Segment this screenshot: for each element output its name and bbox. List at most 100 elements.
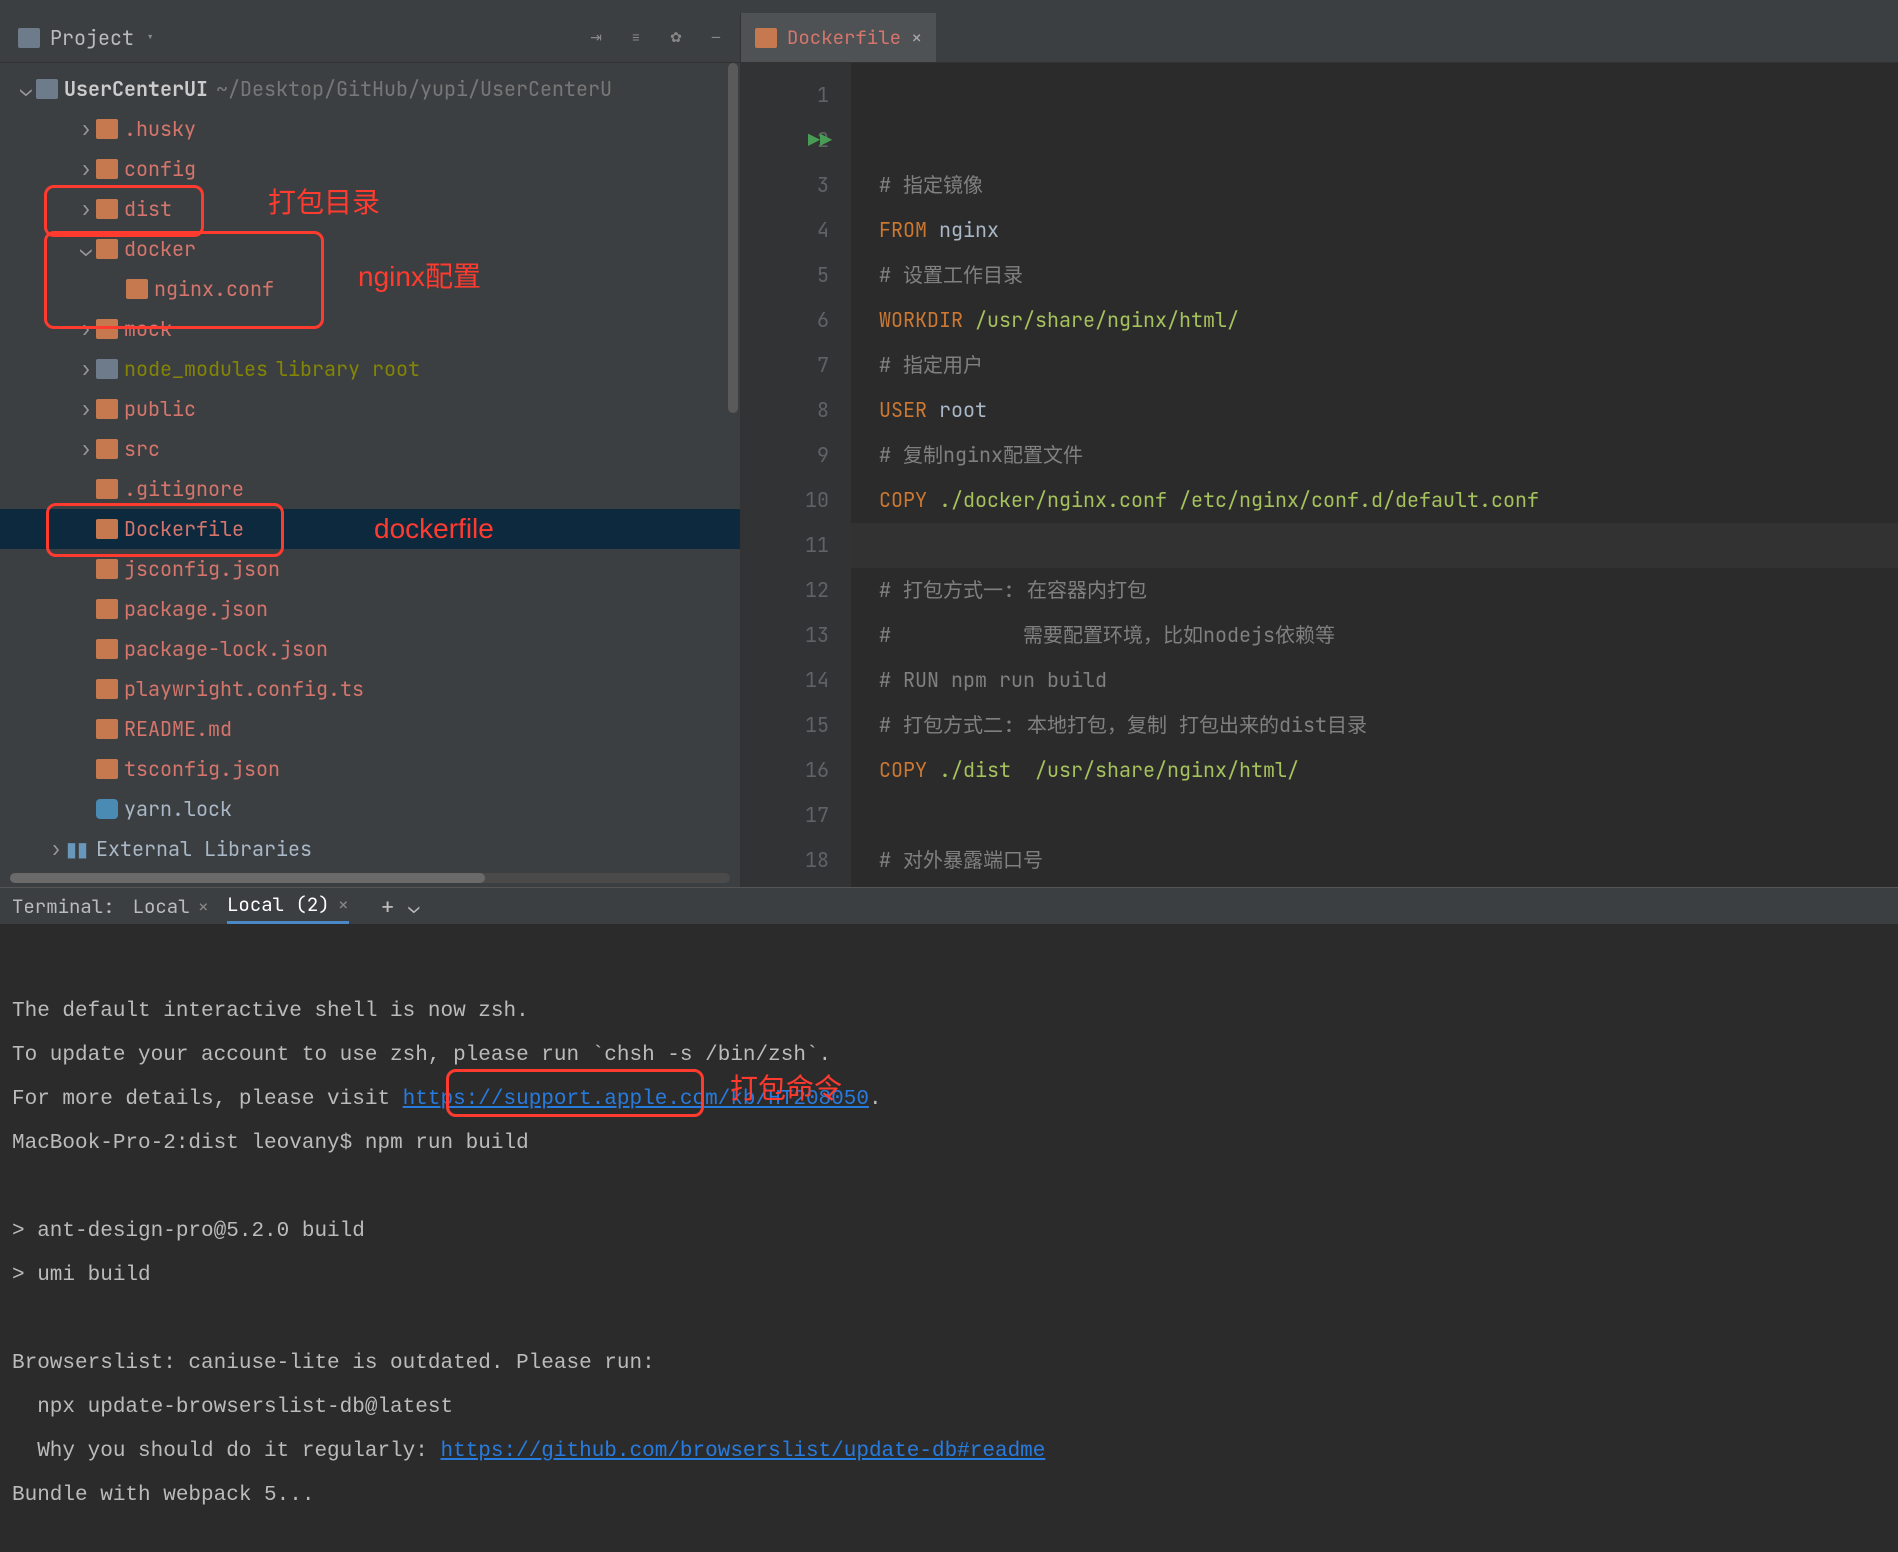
code-line[interactable]: # 打包方式二: 本地打包，复制 打包出来的dist目录 (879, 703, 1898, 748)
tree-hscrollbar[interactable] (0, 869, 740, 887)
tree-row[interactable]: ›.husky (0, 109, 740, 149)
code-line[interactable]: FROM nginx (879, 208, 1898, 253)
terminal-link-github[interactable]: https://github.com/browserslist/update-d… (440, 1440, 1045, 1463)
settings-gear-icon[interactable]: ✿ (660, 22, 692, 54)
tree-row[interactable]: package.json (0, 589, 740, 629)
line-number[interactable]: 16 (741, 748, 829, 793)
project-header[interactable]: Project ▾ ⇥ ≡ ✿ — (0, 13, 740, 63)
expand-arrow-icon[interactable]: › (76, 156, 96, 182)
terminal-link-apple[interactable]: https://support.apple.com/kb/HT208050 (403, 1088, 869, 1111)
tree-item-label: README.md (124, 716, 232, 742)
line-gutter[interactable]: 12▶▶345678910111213141516171819 (741, 63, 851, 887)
tab-dockerfile[interactable]: Dockerfile × (741, 13, 936, 62)
tree-row[interactable]: nginx.conf (0, 269, 740, 309)
line-number[interactable]: 17 (741, 793, 829, 838)
tree-row[interactable]: › mock (0, 309, 740, 349)
tree-row[interactable]: playwright.config.ts (0, 669, 740, 709)
tree-row[interactable]: .gitignore (0, 469, 740, 509)
code-line[interactable]: EXPOSE 80 (879, 883, 1898, 887)
expand-arrow-icon[interactable]: › (76, 356, 96, 382)
folder-icon (96, 439, 118, 459)
line-number[interactable]: 4 (741, 208, 829, 253)
code-line[interactable]: # 指定用户 (879, 343, 1898, 388)
code-line[interactable]: # 设置工作目录 (879, 253, 1898, 298)
code-line[interactable]: COPY ./docker/nginx.conf /etc/nginx/conf… (879, 478, 1898, 523)
line-number[interactable]: 9 (741, 433, 829, 478)
tree-row[interactable]: ›▮▮External Libraries (0, 829, 740, 869)
line-number[interactable]: 2▶▶ (741, 118, 829, 163)
line-number[interactable]: 15 (741, 703, 829, 748)
hide-icon[interactable]: — (700, 22, 732, 54)
chevron-down-icon[interactable]: ▾ (146, 29, 154, 47)
line-number[interactable]: 6 (741, 298, 829, 343)
line-number[interactable]: 10 (741, 478, 829, 523)
expand-arrow-icon[interactable]: › (76, 396, 96, 422)
tree-item-label: public (124, 396, 196, 422)
expand-arrow-icon[interactable]: › (46, 836, 66, 862)
line-number[interactable]: 8 (741, 388, 829, 433)
code-line[interactable]: COPY ./dist /usr/share/nginx/html/ (879, 748, 1898, 793)
expand-arrow-icon[interactable]: › (76, 436, 96, 462)
tree-root[interactable]: ⌄ UserCenterUI ~/Desktop/GitHub/yupi/Use… (0, 69, 740, 109)
terminal-body[interactable]: The default interactive shell is now zsh… (0, 924, 1898, 1552)
line-number[interactable]: 7 (741, 343, 829, 388)
code-line[interactable]: # 指定镜像 (879, 163, 1898, 208)
file-icon (96, 519, 118, 539)
tree-row[interactable]: › public (0, 389, 740, 429)
close-icon[interactable]: × (198, 894, 209, 919)
line-number[interactable]: 12 (741, 568, 829, 613)
tree-scrollbar[interactable] (726, 63, 740, 869)
file-icon (96, 719, 118, 739)
terminal-dropdown-icon[interactable]: ⌄ (408, 894, 419, 919)
tree-row[interactable]: package-lock.json (0, 629, 740, 669)
code-line[interactable]: # 复制nginx配置文件 (879, 433, 1898, 478)
code-editor[interactable]: 12▶▶345678910111213141516171819 # 指定镜像FR… (741, 63, 1898, 887)
tree-row[interactable]: yarn.lock (0, 789, 740, 829)
folder-icon (96, 119, 118, 139)
tree-row[interactable]: tsconfig.json (0, 749, 740, 789)
line-number[interactable]: 18 (741, 838, 829, 883)
expand-arrow-icon[interactable]: ⌄ (76, 236, 96, 262)
code-line[interactable]: # 打包方式一: 在容器内打包 (879, 568, 1898, 613)
code-line[interactable]: # RUN npm run build (879, 658, 1898, 703)
tree-row[interactable]: ›src (0, 429, 740, 469)
tree-row[interactable]: jsconfig.json (0, 549, 740, 589)
tree-item-label: mock (124, 316, 172, 342)
terminal-tab-local1[interactable]: Local× (133, 894, 209, 919)
tree-row[interactable]: ⌄docker (0, 229, 740, 269)
close-tab-icon[interactable]: × (911, 25, 922, 50)
line-number[interactable]: 11 (741, 523, 829, 568)
new-terminal-icon[interactable]: + (381, 892, 394, 921)
code-line[interactable] (879, 523, 1898, 568)
line-number[interactable]: 3 (741, 163, 829, 208)
expand-arrow-icon[interactable]: › (76, 116, 96, 142)
tree-row[interactable]: ›config (0, 149, 740, 189)
run-gutter-icon[interactable]: ▶▶ (808, 118, 832, 163)
line-number[interactable]: 19 (741, 883, 829, 887)
code-area[interactable]: # 指定镜像FROM nginx# 设置工作目录WORKDIR /usr/sha… (851, 63, 1898, 887)
code-line[interactable]: USER root (879, 388, 1898, 433)
close-icon[interactable]: × (338, 892, 349, 917)
code-line[interactable]: # 对外暴露端口号 (879, 838, 1898, 883)
code-line[interactable] (879, 793, 1898, 838)
editor-tabs: Dockerfile × (741, 13, 1898, 63)
expand-arrow-icon[interactable]: › (76, 196, 96, 222)
line-number[interactable]: 14 (741, 658, 829, 703)
select-opened-file-icon[interactable]: ⇥ (580, 22, 612, 54)
line-number[interactable]: 13 (741, 613, 829, 658)
editor-panel: Dockerfile × 12▶▶34567891011121314151617… (741, 13, 1898, 887)
code-line[interactable]: WORKDIR /usr/share/nginx/html/ (879, 298, 1898, 343)
expand-all-icon[interactable]: ≡ (620, 22, 652, 54)
project-tree[interactable]: ⌄ UserCenterUI ~/Desktop/GitHub/yupi/Use… (0, 63, 740, 869)
tree-row[interactable]: README.md (0, 709, 740, 749)
tree-item-label: node_modules (124, 356, 268, 382)
line-number[interactable]: 1 (741, 73, 829, 118)
terminal-tab-local2[interactable]: Local (2)× (227, 892, 349, 924)
expand-arrow-icon[interactable]: › (76, 316, 96, 342)
tree-row[interactable]: ›node_moduleslibrary root (0, 349, 740, 389)
code-line[interactable]: # 需要配置环境，比如nodejs依赖等 (879, 613, 1898, 658)
tree-row[interactable]: Dockerfile (0, 509, 740, 549)
tree-row[interactable]: ›dist (0, 189, 740, 229)
line-number[interactable]: 5 (741, 253, 829, 298)
expand-arrow-icon[interactable]: ⌄ (16, 76, 36, 102)
